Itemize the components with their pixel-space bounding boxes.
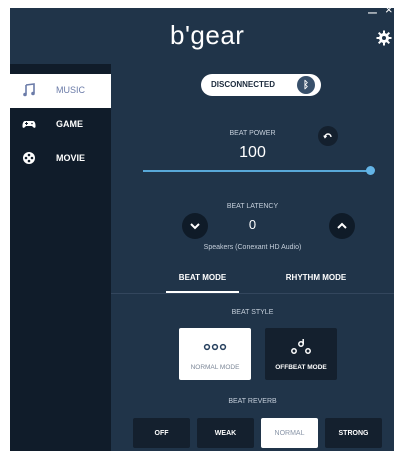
refresh-icon (323, 133, 332, 139)
app-window: b'gear – × MUSIC GAME MOVIE DISCONNECTED… (10, 8, 394, 451)
main-panel: DISCONNECTED ᛒ BEAT POWER 100 BEAT LATEN… (111, 64, 394, 451)
reverb-weak-button[interactable]: WEAK (197, 418, 254, 448)
normal-mode-button[interactable]: NORMAL MODE (179, 328, 251, 380)
connection-status: DISCONNECTED (211, 80, 276, 89)
reset-button[interactable] (318, 126, 338, 146)
minimize-button[interactable]: – (368, 8, 377, 22)
film-reel-icon (23, 152, 35, 164)
beat-power-label: BEAT POWER (229, 130, 276, 137)
app-logo: b'gear (170, 20, 245, 50)
sidebar-item-label: MUSIC (56, 85, 85, 95)
three-dots-icon (203, 343, 227, 351)
beat-power-slider-handle[interactable] (366, 166, 375, 175)
mode-label: OFFBEAT MODE (275, 364, 327, 371)
connection-toggle[interactable]: DISCONNECTED ᛒ (201, 74, 321, 96)
sidebar-item-label: GAME (56, 119, 83, 129)
sidebar-item-music[interactable]: MUSIC (10, 74, 111, 108)
reverb-strong-button[interactable]: STRONG (325, 418, 382, 448)
gear-icon[interactable] (376, 30, 392, 46)
offbeat-mode-button[interactable]: OFFBEAT MODE (265, 328, 337, 380)
audio-device-label: Speakers (Conexant HD Audio) (203, 244, 302, 251)
tab-rhythm-mode[interactable]: RHYTHM MODE (271, 273, 361, 282)
tab-beat-mode[interactable]: BEAT MODE (166, 273, 239, 282)
beat-reverb-label: BEAT REVERB (228, 398, 277, 405)
reverb-off-button[interactable]: OFF (133, 418, 190, 448)
sidebar-item-label: MOVIE (56, 153, 86, 163)
sidebar-item-game[interactable]: GAME (10, 108, 111, 142)
chevron-up-icon (337, 222, 347, 229)
bluetooth-icon: ᛒ (297, 76, 315, 94)
reverb-normal-button[interactable]: NORMAL (261, 418, 318, 448)
beat-power-value: 100 (239, 144, 266, 161)
offbeat-dots-icon (291, 339, 311, 354)
tab-divider (111, 293, 394, 294)
beat-latency-label: BEAT LATENCY (226, 203, 279, 210)
close-button[interactable]: × (385, 8, 393, 17)
beat-style-label: BEAT STYLE (231, 309, 274, 316)
title-bar: b'gear – × (10, 8, 394, 64)
beat-power-slider[interactable] (143, 170, 370, 172)
music-note-icon (23, 83, 35, 97)
latency-increase-button[interactable] (329, 213, 355, 239)
mode-label: NORMAL MODE (190, 364, 240, 371)
sidebar-item-movie[interactable]: MOVIE (10, 142, 111, 176)
gamepad-icon (22, 121, 36, 128)
sidebar: MUSIC GAME MOVIE (10, 64, 111, 451)
